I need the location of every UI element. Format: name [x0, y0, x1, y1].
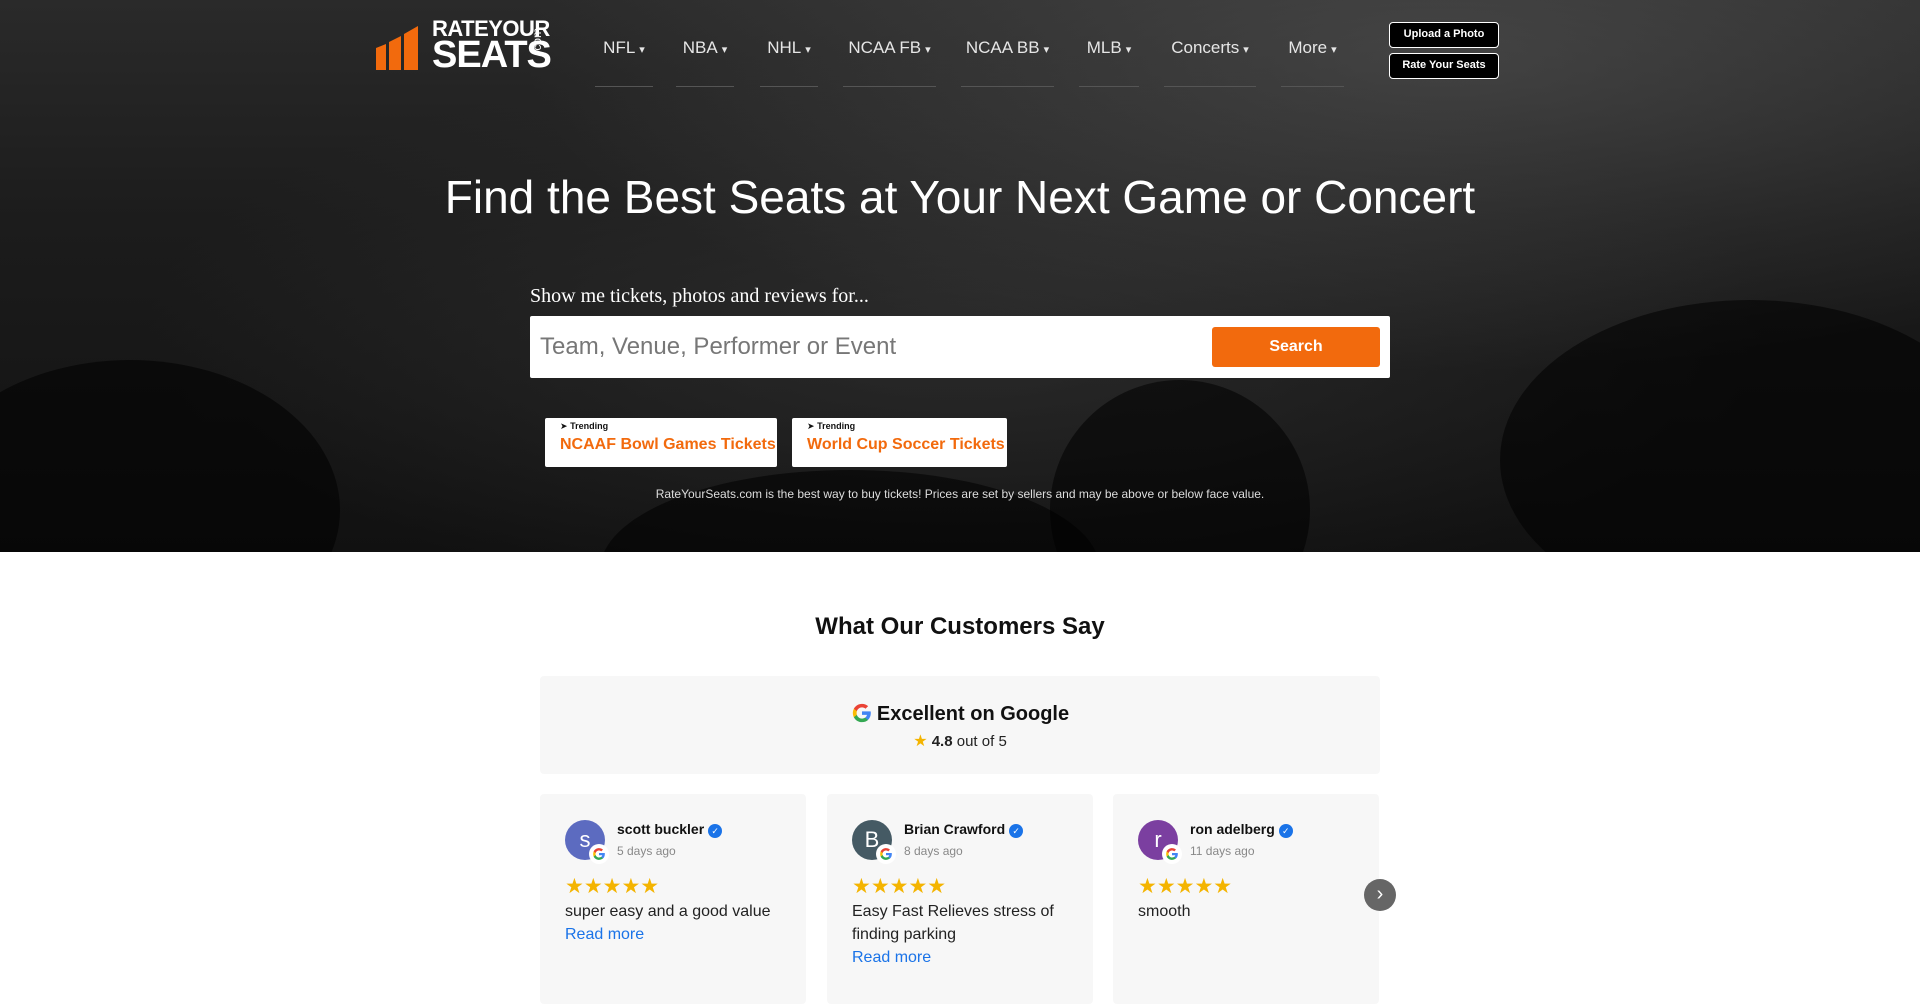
- nav-item-concerts[interactable]: Concerts ▾: [1164, 38, 1256, 87]
- search-input[interactable]: [540, 326, 1200, 368]
- disclaimer-text: RateYourSeats.com is the best way to buy…: [655, 487, 1265, 501]
- review-card: r ron adelberg ✓ 11 days ago ★★★★★ smooth: [1113, 794, 1379, 1004]
- nav-item-ncaa-bb[interactable]: NCAA BB ▾: [961, 38, 1054, 87]
- trending-tag: ➤ Trending: [807, 421, 992, 432]
- trending-tag-label: Trending: [570, 421, 609, 431]
- google-rating-title-text: Excellent on Google: [876, 703, 1070, 725]
- trending-link-ncaaf[interactable]: ➤ Trending NCAAF Bowl Games Tickets: [545, 418, 777, 467]
- avatar-initial: r: [1154, 827, 1162, 852]
- avatar-initial: s: [579, 827, 591, 852]
- review-text: Easy Fast Relieves stress of finding par…: [852, 903, 1054, 943]
- carousel-next-button[interactable]: ›: [1364, 879, 1396, 911]
- google-rating-panel: Excellent on Google ★ 4.8 out of 5: [540, 676, 1380, 774]
- trending-link-world-cup[interactable]: ➤ Trending World Cup Soccer Tickets: [792, 418, 1007, 467]
- hero-section: RATEYOUR SEATS .com NFL ▾ NBA ▾ NHL ▾ NCAA …: [0, 0, 1920, 552]
- review-date: 11 days ago: [1190, 844, 1255, 858]
- reviewer-name: ron adelberg ✓: [1190, 821, 1293, 838]
- nav-item-label: NHL: [767, 38, 802, 57]
- nav-item-mlb[interactable]: MLB ▾: [1079, 38, 1139, 87]
- rate-seats-button[interactable]: Rate Your Seats: [1389, 53, 1499, 79]
- google-badge-icon: [1162, 844, 1182, 864]
- verified-check-icon: ✓: [1009, 824, 1024, 838]
- read-more-link[interactable]: Read more: [565, 923, 790, 946]
- review-text-block: Easy Fast Relieves stress of finding par…: [852, 900, 1077, 969]
- crowd-silhouette: [1050, 380, 1310, 552]
- chevron-down-icon: ▾: [925, 44, 931, 56]
- chevron-down-icon: ▾: [1043, 44, 1050, 56]
- paper-plane-icon: ➤: [807, 421, 815, 431]
- nav-item-nfl[interactable]: NFL ▾: [595, 38, 653, 87]
- paper-plane-icon: ➤: [560, 421, 568, 431]
- rating-value: 4.8: [931, 733, 953, 750]
- google-badge-icon: [876, 844, 896, 864]
- nav-item-label: NFL: [603, 38, 636, 57]
- chevron-down-icon: ▾: [721, 44, 728, 56]
- reviewer-name-text: ron adelberg: [1190, 821, 1275, 837]
- review-text-block: super easy and a good value Read more: [565, 900, 790, 946]
- section-title: What Our Customers Say: [815, 613, 1105, 640]
- avatar: B: [852, 820, 896, 864]
- chevron-right-icon: ›: [1376, 883, 1384, 905]
- google-rating-title: Excellent on Google: [540, 702, 1380, 726]
- nav-item-ncaa-fb[interactable]: NCAA FB ▾: [843, 38, 936, 87]
- review-stars: ★★★★★: [1138, 875, 1233, 898]
- crowd-silhouette: [600, 470, 1100, 552]
- reviewer-name: scott buckler ✓: [617, 821, 723, 838]
- chevron-down-icon: ▾: [805, 44, 811, 56]
- crowd-silhouette: [0, 360, 340, 552]
- nav-item-more[interactable]: More ▾: [1281, 38, 1344, 87]
- review-stars: ★★★★★: [565, 875, 660, 898]
- review-date: 8 days ago: [904, 844, 963, 858]
- rating-summary: ★ 4.8 out of 5: [540, 731, 1380, 751]
- review-text: smooth: [1138, 903, 1191, 920]
- chevron-down-icon: ▾: [639, 44, 645, 56]
- avatar: s: [565, 820, 609, 864]
- upload-photo-button[interactable]: Upload a Photo: [1389, 22, 1499, 48]
- search-button[interactable]: Search: [1212, 327, 1380, 367]
- nav-item-nba[interactable]: NBA ▾: [676, 38, 734, 87]
- star-icon: ★: [913, 733, 928, 750]
- google-logo-icon: [852, 703, 871, 723]
- site-logo[interactable]: RATEYOUR SEATS .com: [374, 14, 552, 74]
- nav-item-label: More: [1288, 38, 1328, 57]
- review-date: 5 days ago: [617, 844, 676, 858]
- avatar: r: [1138, 820, 1182, 864]
- trending-tag: ➤ Trending: [560, 421, 762, 432]
- trending-tag-label: Trending: [817, 421, 856, 431]
- nav-item-label: Concerts: [1171, 38, 1240, 57]
- page-title: Find the Best Seats at Your Next Game or…: [444, 171, 1476, 223]
- nav-item-nhl[interactable]: NHL ▾: [760, 38, 818, 87]
- rating-suffix: out of 5: [956, 733, 1007, 750]
- review-text-block: smooth: [1138, 900, 1363, 923]
- reviewer-name-text: scott buckler: [617, 821, 705, 837]
- nav-item-label: MLB: [1086, 38, 1122, 57]
- read-more-link[interactable]: Read more: [852, 946, 1077, 969]
- review-card: s scott buckler ✓ 5 days ago ★★★★★ super …: [540, 794, 806, 1004]
- google-badge-icon: [589, 844, 609, 864]
- chevron-down-icon: ▾: [1331, 44, 1337, 56]
- trending-text: World Cup Soccer Tickets: [807, 436, 1005, 453]
- search-label: Show me tickets, photos and reviews for.…: [530, 285, 869, 307]
- trending-text: NCAAF Bowl Games Tickets: [560, 436, 776, 453]
- logo-bars-icon: [376, 26, 418, 70]
- nav-item-label: NCAA BB: [965, 38, 1040, 57]
- reviewer-name: Brian Crawford ✓: [904, 821, 1024, 838]
- verified-check-icon: ✓: [708, 824, 723, 838]
- verified-check-icon: ✓: [1278, 824, 1293, 838]
- search-box: Search: [530, 316, 1390, 378]
- chevron-down-icon: ▾: [1243, 44, 1249, 56]
- reviewer-name-text: Brian Crawford: [904, 821, 1006, 837]
- nav-item-label: NCAA FB: [848, 38, 922, 57]
- crowd-silhouette: [1500, 300, 1920, 552]
- nav-item-label: NBA: [682, 38, 718, 57]
- chevron-down-icon: ▾: [1125, 44, 1132, 56]
- review-text: super easy and a good value: [565, 903, 771, 920]
- logo-dotcom-text: .com: [530, 27, 544, 54]
- review-card: B Brian Crawford ✓ 8 days ago ★★★★★ Easy …: [827, 794, 1093, 1004]
- review-stars: ★★★★★: [852, 875, 947, 898]
